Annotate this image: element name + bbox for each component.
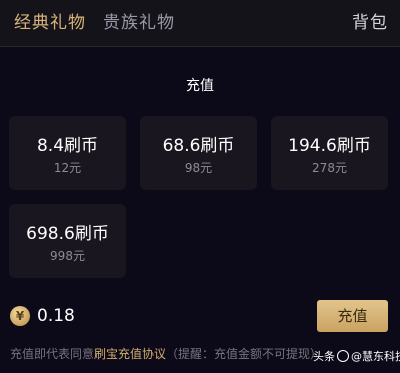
recharge-package-card[interactable]: 698.6刷币 998元 [9, 204, 126, 278]
recharge-package-card[interactable]: 194.6刷币 278元 [271, 116, 388, 190]
agreement-prefix: 充值即代表同意 [10, 347, 95, 361]
package-amount: 8.4刷币 [36, 136, 99, 156]
package-amount: 698.6刷币 [26, 224, 109, 244]
coin-balance: 0.18 [37, 306, 75, 326]
watermark-icon [337, 350, 349, 362]
package-price: 98元 [184, 161, 213, 175]
watermark: 头条 @慧东科技 [313, 349, 400, 365]
tab-bar: 经典礼物 贵族礼物 背包 [0, 0, 400, 46]
tab-backpack[interactable]: 背包 [352, 12, 388, 34]
recharge-button[interactable]: 充值 [317, 300, 388, 332]
recharge-package-card[interactable]: 8.4刷币 12元 [9, 116, 126, 190]
coin-symbol: ¥ [15, 309, 25, 323]
recharge-title: 充值 [186, 78, 214, 94]
gift-panel: 经典礼物 贵族礼物 背包 充值 8.4刷币 12元 68.6刷币 98元 194… [0, 0, 400, 373]
recharge-package-card[interactable]: 68.6刷币 98元 [140, 116, 257, 190]
tab-noble-gifts[interactable]: 贵族礼物 [103, 12, 175, 34]
package-amount: 194.6刷币 [288, 136, 371, 156]
package-price: 998元 [50, 249, 85, 263]
agreement-notice: 充值即代表同意刷宝充值协议（提醒：充值金额不可提现） [10, 346, 322, 362]
tab-classic-gifts[interactable]: 经典礼物 [14, 12, 86, 34]
watermark-label: 头条 [313, 350, 335, 363]
agreement-reminder: （提醒：充值金额不可提现） [166, 347, 323, 361]
watermark-account: @慧东科技 [351, 350, 400, 363]
package-amount: 68.6刷币 [162, 136, 235, 156]
coin-icon: ¥ [10, 306, 30, 326]
package-price: 278元 [312, 161, 347, 175]
package-price: 12元 [53, 161, 82, 175]
recharge-agreement-link[interactable]: 刷宝充值协议 [94, 347, 166, 361]
